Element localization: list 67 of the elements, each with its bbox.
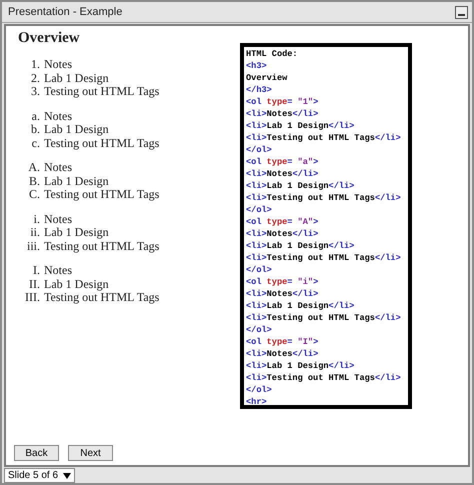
code-line: </ol>	[246, 384, 273, 396]
list-marker: ii.	[29, 226, 40, 240]
code-line: <ol type= "a">	[246, 156, 320, 168]
code-line: <ol type= "1">	[246, 96, 320, 108]
list-item: Lab 1 Design	[44, 174, 109, 188]
window-title: Presentation - Example	[8, 6, 122, 18]
code-line: <li>Notes</li>	[246, 288, 320, 300]
list-item: Lab 1 Design	[44, 226, 109, 240]
list-marker: C.	[28, 188, 40, 202]
code-line: <li>Testing out HTML Tags</li>	[246, 132, 402, 144]
code-line: <ol type= "i">	[246, 276, 320, 288]
list-marker: i.	[32, 212, 40, 226]
code-line: <li>Notes</li>	[246, 108, 320, 120]
list-item: Lab 1 Design	[44, 123, 109, 136]
list-item: Notes	[44, 58, 72, 72]
code-line: <li>Testing out HTML Tags</li>	[246, 312, 402, 324]
code-line: <li>Testing out HTML Tags</li>	[246, 252, 402, 264]
code-line: <li>Lab 1 Design</li>	[246, 300, 356, 312]
list-item: Lab 1 Design	[44, 72, 109, 85]
list-marker: I.	[32, 264, 40, 278]
list-marker: b.	[30, 123, 40, 136]
code-line: </ol>	[246, 204, 273, 216]
list-item: Notes	[44, 212, 72, 226]
code-line: <li>Notes</li>	[246, 348, 320, 360]
list-item: Testing out HTML Tags	[44, 291, 160, 304]
code-line: </ol>	[246, 324, 273, 336]
list-marker: 1.	[30, 58, 40, 72]
back-button[interactable]: Back	[14, 445, 59, 461]
list-item: Testing out HTML Tags	[44, 136, 160, 150]
list-marker: III.	[24, 291, 40, 304]
code-line: <h3>	[246, 60, 268, 72]
code-line: <hr>	[246, 396, 268, 408]
code-line: <li>Notes</li>	[246, 228, 320, 240]
code-line: <li>Lab 1 Design</li>	[246, 360, 356, 372]
code-line: <li>Lab 1 Design</li>	[246, 120, 356, 132]
list-marker: II.	[28, 278, 40, 291]
list-item: Testing out HTML Tags	[44, 85, 160, 98]
list-marker: c.	[30, 136, 40, 150]
code-line: <li>Testing out HTML Tags</li>	[246, 372, 402, 384]
code-line: <ol type= "I">	[246, 336, 320, 348]
list-item: Lab 1 Design	[44, 278, 109, 291]
code-line: </ol>	[246, 144, 273, 156]
code-line: </h3>	[246, 84, 273, 96]
code-line: <li>Testing out HTML Tags</li>	[246, 192, 402, 204]
list-marker: B.	[28, 174, 40, 188]
list-item: Notes	[44, 110, 72, 123]
code-line: <li>Lab 1 Design</li>	[246, 240, 356, 252]
list-item: Notes	[44, 264, 72, 278]
code-line: <li>Lab 1 Design</li>	[246, 180, 356, 192]
code-line: </ol>	[246, 264, 273, 276]
list-item: Testing out HTML Tags	[44, 240, 160, 253]
list-marker: 3.	[30, 85, 40, 98]
code-line: HTML Code:	[246, 48, 299, 60]
next-button[interactable]: Next	[68, 445, 113, 461]
slide-selector[interactable]: Slide 5 of 6	[4, 468, 76, 483]
code-line: Overview	[246, 72, 288, 84]
list-marker: A.	[27, 161, 40, 174]
list-item: Testing out HTML Tags	[44, 188, 160, 202]
list-marker: 2.	[30, 72, 40, 85]
slide-heading: Overview	[18, 30, 81, 47]
code-line: <li>Notes</li>	[246, 168, 320, 180]
code-line: <ol type= "A">	[246, 216, 320, 228]
minimize-button[interactable]	[455, 6, 468, 18]
caret-icon	[63, 472, 72, 478]
list-marker: iii.	[26, 240, 40, 253]
list-marker: a.	[30, 110, 40, 123]
list-item: Notes	[44, 161, 72, 174]
